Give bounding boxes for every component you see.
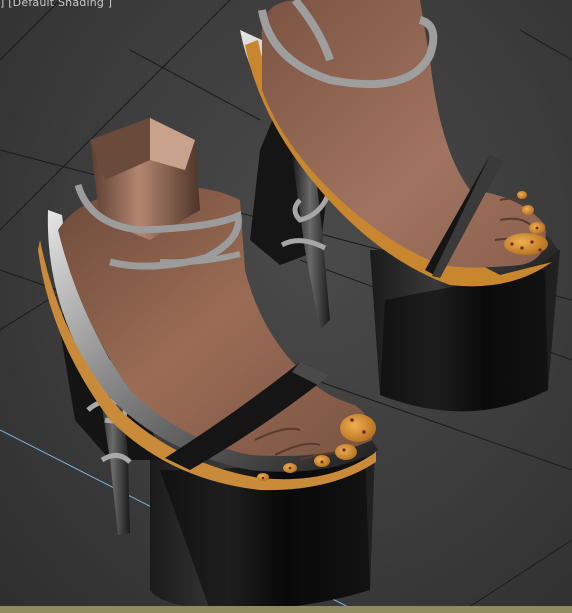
right-sandal-model bbox=[240, 0, 560, 412]
timeline-strip bbox=[0, 606, 572, 613]
left-toenail bbox=[335, 444, 357, 460]
right-toenail bbox=[522, 205, 534, 215]
right-toenail bbox=[517, 191, 527, 199]
viewport-scene bbox=[0, 0, 572, 613]
3d-viewport[interactable]: ] [Default Shading ] bbox=[0, 0, 572, 613]
viewport-shading-label[interactable]: ] [Default Shading ] bbox=[0, 0, 112, 9]
left-toenail-big bbox=[340, 414, 376, 442]
